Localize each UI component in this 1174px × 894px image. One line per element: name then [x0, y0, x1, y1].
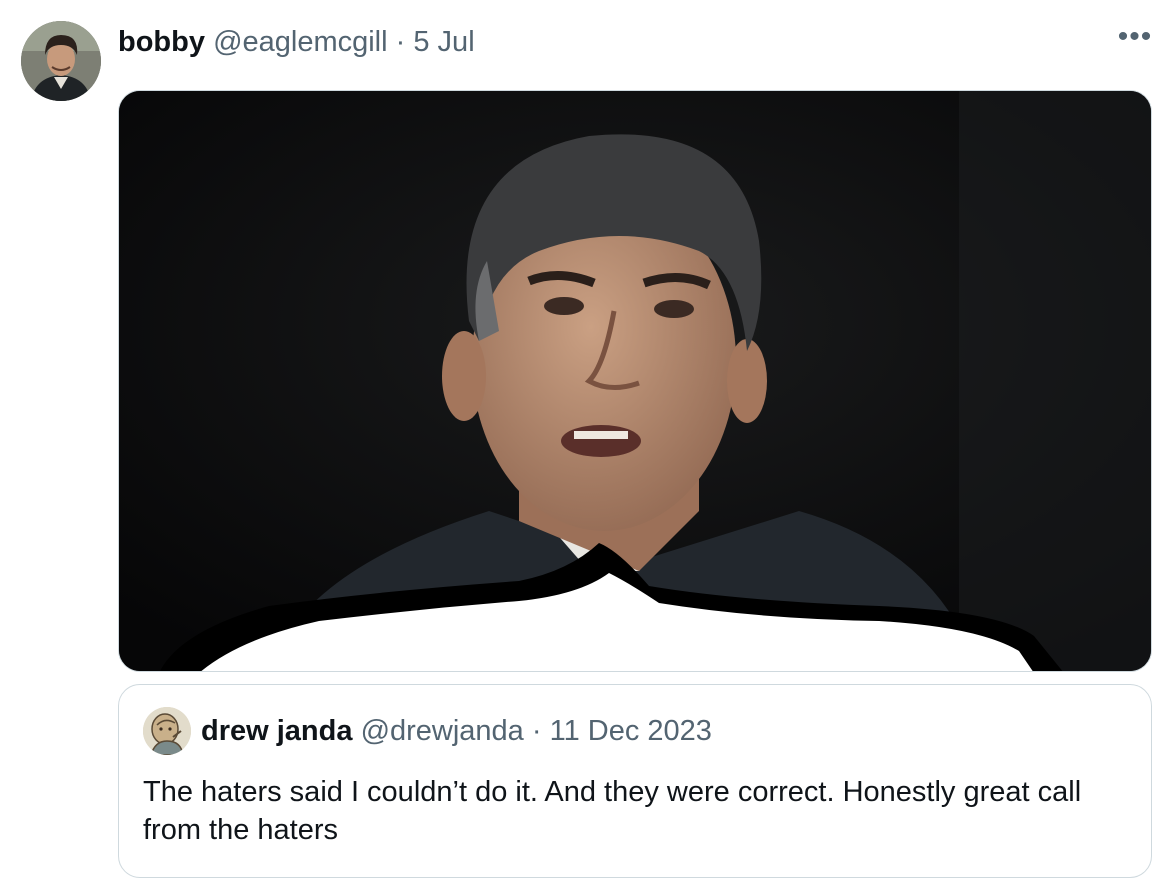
- quoted-meta-separator: ·: [531, 715, 542, 747]
- quoted-author-name[interactable]: drew janda: [201, 715, 353, 747]
- author-avatar[interactable]: [21, 21, 101, 101]
- more-options-icon[interactable]: •••: [1112, 22, 1158, 62]
- quoted-tweet-text: The haters said I couldn’t do it. And th…: [143, 776, 1082, 846]
- quoted-author-avatar[interactable]: [143, 707, 191, 755]
- quoted-tweet-header: drew janda @drewjanda · 11 Dec 2023: [201, 711, 712, 751]
- tweet-media-image[interactable]: [118, 90, 1152, 672]
- avatar-illustration-icon: [143, 707, 191, 755]
- quoted-tweet-date[interactable]: 11 Dec 2023: [550, 715, 712, 747]
- author-handle[interactable]: @eaglemcgill: [213, 26, 388, 58]
- avatar-photo-icon: [21, 21, 101, 101]
- tweet-header: bobby @eaglemcgill · 5 Jul: [118, 22, 475, 62]
- author-name[interactable]: bobby: [118, 26, 205, 58]
- quoted-author-handle[interactable]: @drewjanda: [361, 715, 524, 747]
- meta-separator: ·: [395, 26, 406, 58]
- tweet-date[interactable]: 5 Jul: [413, 26, 474, 58]
- quoted-tweet-card[interactable]: drew janda @drewjanda · 11 Dec 2023 The …: [118, 684, 1152, 878]
- photo-icon: [119, 91, 1151, 671]
